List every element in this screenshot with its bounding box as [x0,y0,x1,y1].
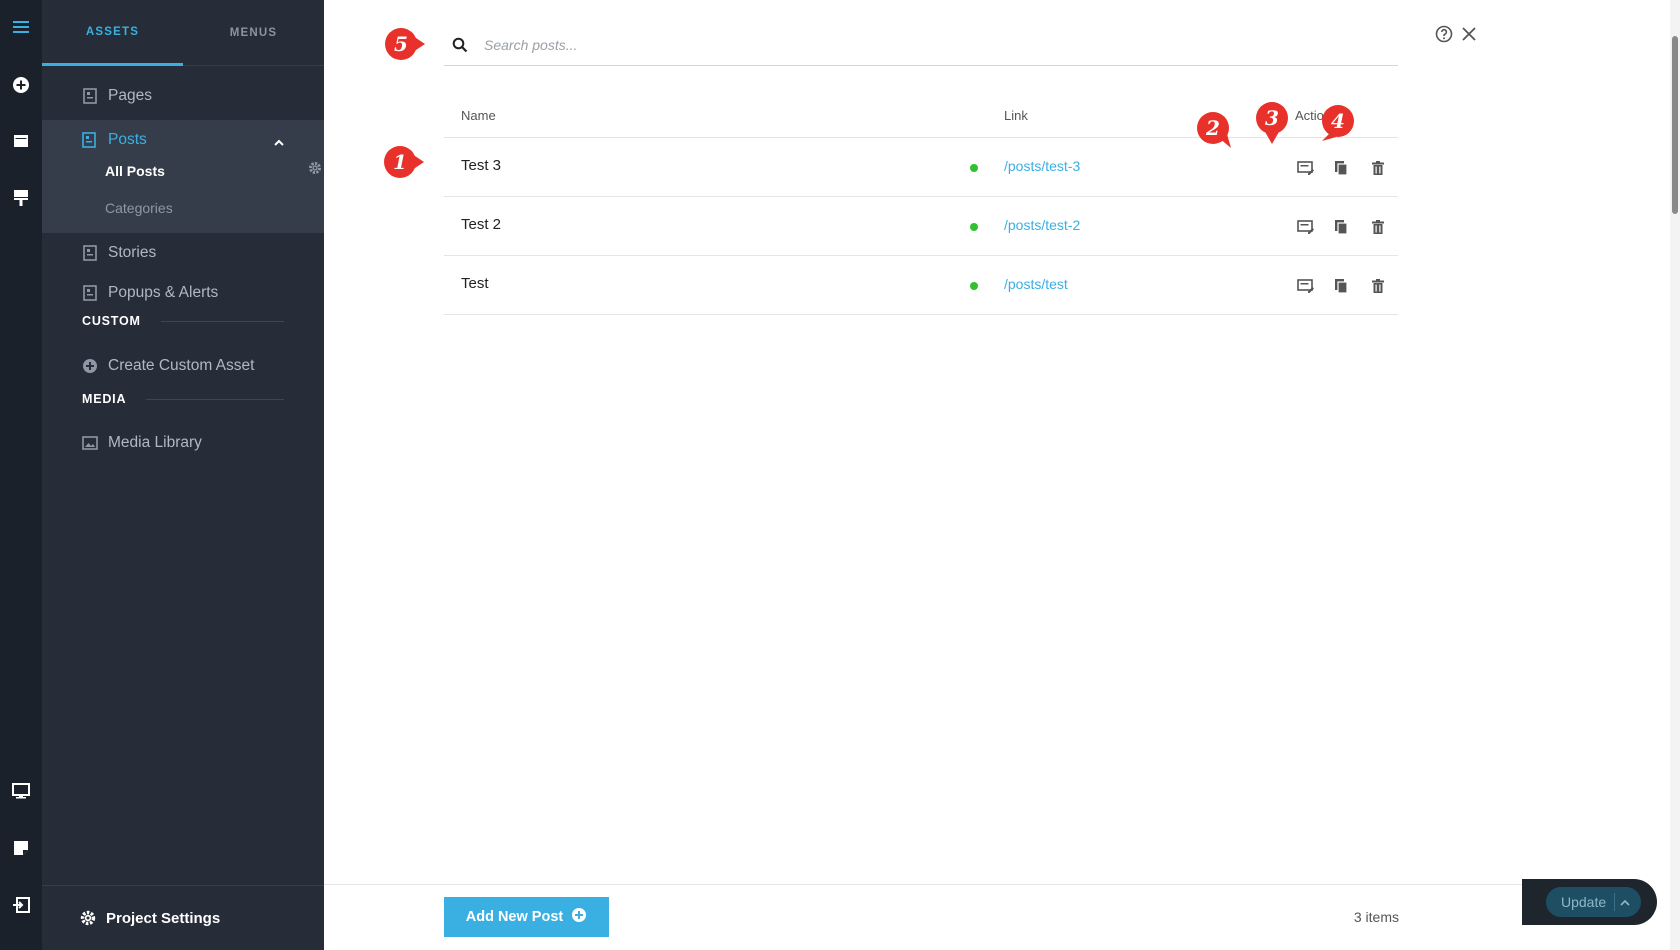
add-new-post-label: Add New Post [465,909,564,925]
post-name[interactable]: Test 3 [461,157,501,174]
sidebar-item-label: Pages [108,87,152,104]
tab-menus[interactable]: MENUS [183,0,324,66]
trash-icon[interactable] [1367,157,1389,179]
page-icon [82,245,98,261]
trash-icon[interactable] [1367,216,1389,238]
duplicate-icon[interactable] [1330,157,1352,179]
duplicate-icon[interactable] [1330,216,1352,238]
canvas-area [1522,0,1680,950]
post-link[interactable]: /posts/test-3 [1004,158,1080,174]
post-name[interactable]: Test [461,275,489,292]
sidebar-item-create-custom[interactable]: Create Custom Asset [42,346,324,386]
panel-footer: Add New Post 3 items [324,884,1522,950]
post-name[interactable]: Test 2 [461,216,501,233]
add-circle-icon[interactable] [0,70,42,100]
annotation-marker-3: 3 [1254,100,1294,144]
annotation-marker-5: 5 [383,26,425,66]
chevron-up-icon[interactable] [274,134,284,152]
section-custom: CUSTOM [82,313,284,329]
search-bar [444,24,1398,66]
add-new-post-button[interactable]: Add New Post [444,897,609,937]
sidebar-item-media-library[interactable]: Media Library [42,423,324,463]
annotation-label: 3 [1265,106,1279,130]
post-link[interactable]: /posts/test-2 [1004,217,1080,233]
annotation-label: 4 [1331,109,1345,133]
table-row[interactable]: Test/posts/test [444,256,1398,315]
page-icon [82,88,98,104]
tab-assets[interactable]: ASSETS [42,0,183,66]
items-count: 3 items [1353,909,1399,925]
table-body: Test 3/posts/test-3 Test 2/posts/test-2 Te… [444,138,1398,315]
brush-icon[interactable] [0,183,42,213]
annotation-marker-1: 1 [382,144,424,184]
divider [160,320,284,322]
gear-icon [80,910,96,926]
left-rail [0,0,42,950]
status-indicator [970,282,978,290]
edit-icon[interactable] [1295,216,1317,238]
assets-sidebar: ASSETS MENUS Pages Posts All Posts Categ… [42,0,324,950]
status-indicator [970,223,978,231]
gear-icon[interactable] [308,161,322,180]
search-icon [450,35,470,55]
chevron-up-icon[interactable] [1620,894,1630,910]
trash-icon[interactable] [1367,275,1389,297]
sidebar-item-all-posts[interactable]: All Posts [105,159,165,183]
annotation-marker-4: 4 [1320,103,1360,143]
edit-icon[interactable] [1295,275,1317,297]
column-header-link: Link [1004,108,1028,123]
sidebar-tabs: ASSETS MENUS [42,0,324,66]
update-label: Update [1561,894,1607,910]
sidebar-item-stories[interactable]: Stories [42,233,324,273]
divider [1614,893,1615,911]
sidebar-item-pages[interactable]: Pages [42,76,324,116]
section-label: MEDIA [82,392,127,406]
menu-icon[interactable] [0,12,42,42]
project-settings-button[interactable]: Project Settings [42,885,324,950]
section-label: CUSTOM [82,314,141,328]
duplicate-icon[interactable] [1330,275,1352,297]
plus-circle-icon [571,907,587,927]
help-icon[interactable] [1434,24,1454,44]
update-button[interactable]: Update [1546,887,1641,917]
annotation-label: 1 [393,150,407,174]
project-settings-label: Project Settings [106,909,221,927]
sidebar-item-posts[interactable]: Posts [42,120,324,160]
divider [146,398,284,400]
page-icon [82,132,98,148]
note-icon[interactable] [0,833,42,863]
page-icon [82,285,98,301]
scrollbar-thumb[interactable] [1672,36,1678,214]
post-link[interactable]: /posts/test [1004,276,1068,292]
image-icon [82,435,98,451]
sidebar-item-label: Posts [108,131,147,148]
posts-group: Posts [42,120,324,233]
close-icon[interactable] [1459,24,1479,44]
sidebar-item-label: Stories [108,244,157,261]
exit-icon[interactable] [0,890,42,920]
edit-icon[interactable] [1295,157,1317,179]
plus-circle-icon [82,358,98,374]
annotation-label: 2 [1206,116,1220,140]
annotation-label: 5 [394,32,408,56]
sidebar-item-label: Create Custom Asset [108,357,255,374]
column-header-name: Name [461,108,496,123]
search-input[interactable] [484,36,1304,53]
status-indicator [970,164,978,172]
desktop-icon[interactable] [0,776,42,806]
annotation-marker-2: 2 [1195,110,1235,150]
sidebar-item-label: Popups & Alerts [108,284,219,301]
window-icon[interactable] [0,126,42,156]
sidebar-item-label: Media Library [108,434,202,451]
sidebar-item-categories[interactable]: Categories [105,196,173,220]
section-media: MEDIA [82,391,284,407]
sidebar-item-popups[interactable]: Popups & Alerts [42,273,324,313]
table-row[interactable]: Test 2/posts/test-2 [444,197,1398,256]
